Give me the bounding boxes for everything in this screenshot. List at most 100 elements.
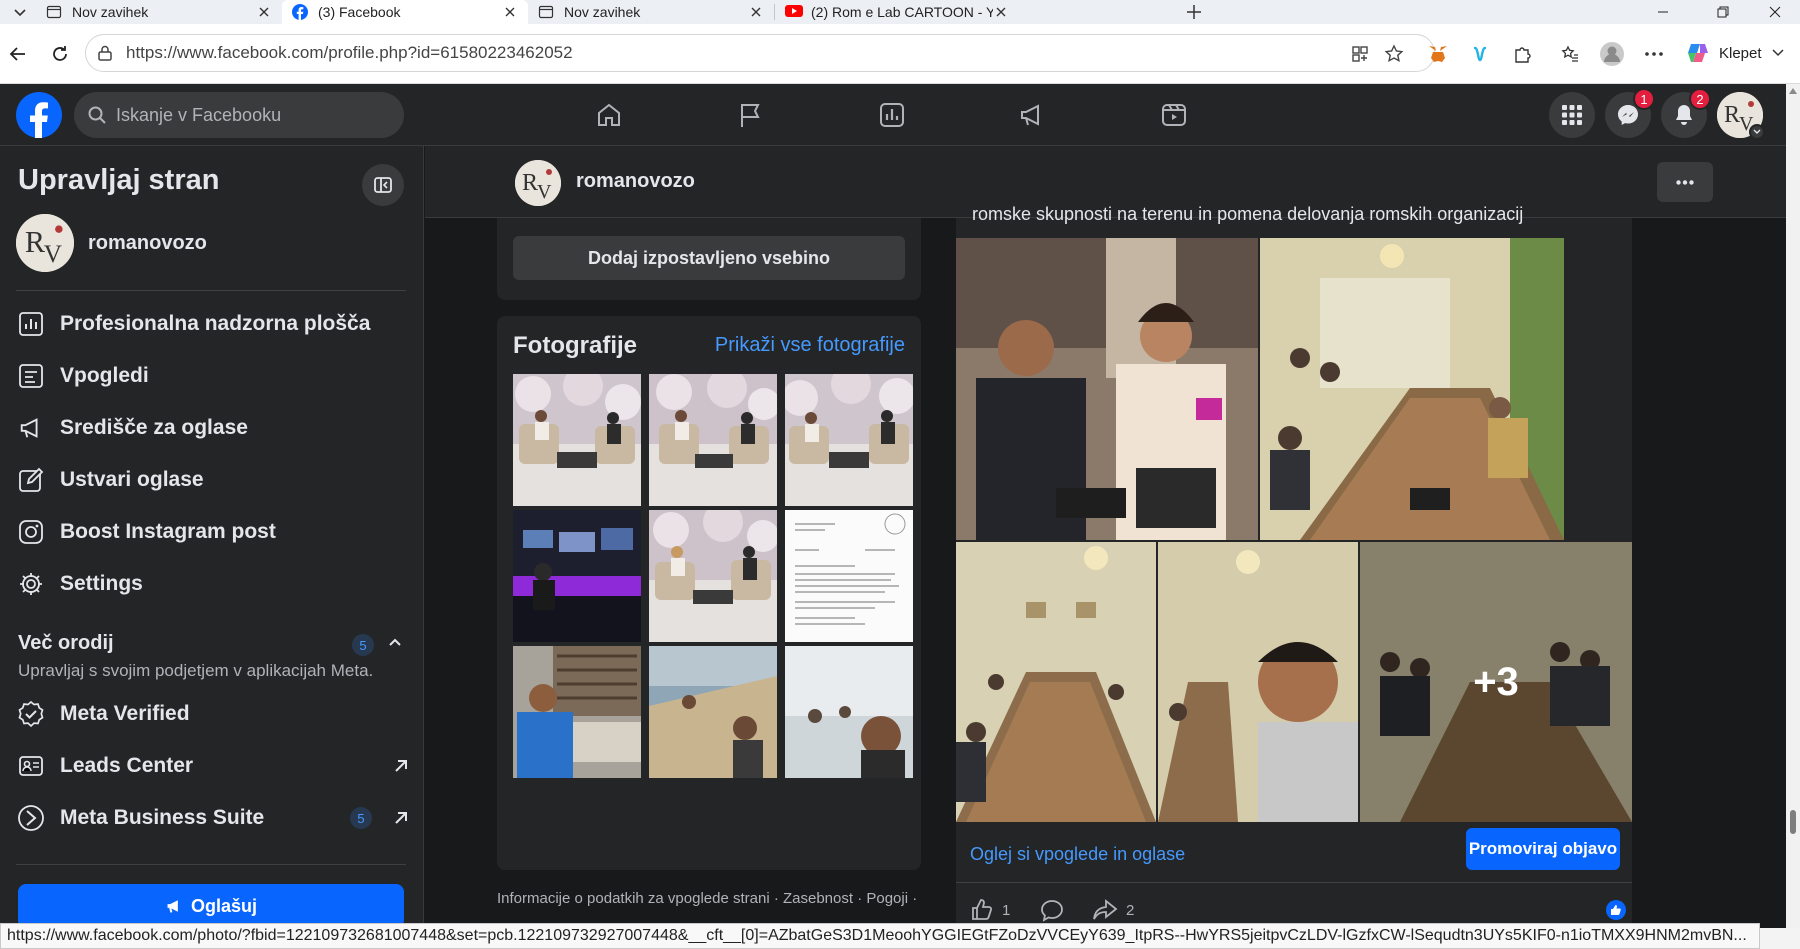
maximize-icon[interactable] [1700,0,1746,24]
photo-thumbnail[interactable] [513,374,641,506]
sidebar-item-meta-business-suite[interactable]: Meta Business Suite 5 [16,796,412,840]
tab-actions-chevron-icon[interactable] [6,0,34,24]
account-avatar-button[interactable]: RV [1717,92,1765,140]
metamask-extension-icon[interactable] [1424,40,1452,68]
browser-tab-2[interactable]: (3) Facebook [282,0,528,24]
like-button[interactable]: 1 [970,898,1010,922]
more-options-icon[interactable] [1640,40,1668,68]
advertise-button[interactable]: Oglašuj [18,884,404,928]
share-button[interactable]: 2 [1092,898,1134,922]
new-tab-plus-icon[interactable] [1180,0,1208,24]
business-suite-icon [16,803,46,833]
like-reaction-icon [1606,900,1626,920]
sidebar-item-dashboard[interactable]: Profesionalna nadzorna plošča [16,302,412,346]
messenger-button[interactable]: 1 [1605,88,1655,138]
photos-card: Fotografije Prikaži vse fotografije [497,316,921,870]
copilot-label: Klepet [1719,44,1762,62]
comment-button[interactable] [1040,898,1064,922]
minimize-icon[interactable] [1640,0,1686,24]
scroll-up-arrow-icon[interactable] [1789,88,1797,94]
tab-close-icon[interactable] [256,4,272,20]
page-avatar[interactable]: RV [515,160,561,206]
chevron-up-icon [388,637,402,647]
sidebar-item-ad-center[interactable]: Središče za oglase [16,406,412,450]
url-text[interactable]: https://www.facebook.com/profile.php?id=… [126,43,573,63]
reels-icon[interactable] [1159,100,1189,130]
page-scrollbar[interactable] [1786,84,1800,928]
post-photo[interactable] [1158,542,1358,822]
copilot-chat-button[interactable]: Klepet [1685,37,1784,69]
sidebar-item-boost-instagram[interactable]: Boost Instagram post [16,510,412,554]
post-photo[interactable] [956,542,1156,822]
photo-thumbnail[interactable] [785,646,913,778]
browser-tab-1[interactable]: Nov zavihek [36,0,282,24]
verified-icon [16,699,46,729]
photo-thumbnail[interactable] [785,510,913,642]
post-photo-collage: +3 [956,238,1632,822]
extensions-puzzle-icon[interactable] [1508,40,1536,68]
more-tools-subtitle: Upravljaj s svojim podjetjem v aplikacij… [18,661,374,680]
sidebar-collapse-button[interactable] [362,164,404,206]
back-arrow-icon[interactable] [4,40,32,68]
profile-avatar-icon[interactable] [1598,40,1626,68]
flag-icon[interactable] [735,100,765,130]
sidebar-item-leads-center[interactable]: Leads Center [16,744,412,788]
more-tools-header[interactable]: Več orodij 5 [18,632,408,658]
page-name[interactable]: romanovozo [576,170,695,193]
page-main: RV romanovozo Dodaj izpostavljeno vsebin… [425,146,1786,928]
business-suite-count: 5 [350,807,372,829]
manage-page-sidebar: Upravljaj stran RV romanovozo Profesiona… [0,146,424,928]
post-photo[interactable] [956,238,1258,540]
insights-chart-icon[interactable] [877,100,907,130]
favorites-list-icon[interactable] [1556,40,1584,68]
photo-thumbnail[interactable] [513,510,641,642]
app-available-icon[interactable] [1346,40,1374,68]
photo-thumbnail[interactable] [649,510,777,642]
menu-grid-button[interactable] [1549,92,1595,138]
site-info-lock-icon[interactable] [96,44,118,62]
facebook-logo-icon[interactable] [16,92,62,138]
sidebar-item-meta-verified[interactable]: Meta Verified [16,692,412,736]
see-all-photos-link[interactable]: Prikaži vse fotografije [715,334,905,357]
tab-close-icon[interactable] [748,4,764,20]
svg-text:V: V [537,181,552,203]
photo-thumbnail[interactable] [649,374,777,506]
page-more-button[interactable] [1657,162,1713,202]
tab-close-icon[interactable] [993,4,1009,20]
promote-post-button[interactable]: Promoviraj objavo [1466,828,1620,870]
facebook-search-input[interactable]: Iskanje v Facebooku [74,92,404,138]
featured-card: Dodaj izpostavljeno vsebino [497,218,921,300]
home-icon[interactable] [594,100,624,130]
post-photo[interactable] [1260,238,1564,540]
browser-tab-4[interactable]: (2) Rom e Lab CARTOON - YouTub [775,0,1019,24]
sidebar-item-insights[interactable]: Vpogledi [16,354,412,398]
sidebar-divider [16,290,406,291]
page-footer-links[interactable]: Informacije o podatkih za vpoglede stran… [497,890,917,907]
photo-thumbnail[interactable] [785,374,913,506]
post-photo-more[interactable]: +3 [1360,542,1632,822]
new-tab-icon [538,4,554,20]
notifications-button[interactable]: 2 [1661,88,1711,138]
add-featured-button[interactable]: Dodaj izpostavljeno vsebino [513,236,905,280]
favorite-star-icon[interactable] [1380,40,1408,68]
svg-text:R: R [1724,102,1740,128]
view-insights-link[interactable]: Oglej si vpoglede in oglase [970,844,1185,865]
megaphone-icon[interactable] [1017,100,1047,130]
tab-title: Nov zavihek [72,4,149,20]
scrollbar-thumb[interactable] [1790,810,1796,834]
megaphone-icon [16,413,46,443]
sidebar-item-create-ads[interactable]: Ustvari oglase [16,458,412,502]
gear-icon [16,569,46,599]
extension-shield-icon[interactable] [1466,40,1494,68]
photo-thumbnail[interactable] [649,646,777,778]
sidebar-item-settings[interactable]: Settings [16,562,412,606]
sidebar-item-label: Meta Business Suite [60,806,265,829]
reload-icon[interactable] [46,40,74,68]
photo-thumbnail[interactable] [513,646,641,778]
like-count: 1 [1002,901,1011,919]
browser-tab-3[interactable]: Nov zavihek [528,0,774,24]
close-window-icon[interactable] [1752,0,1798,24]
sidebar-page-switcher[interactable]: RV romanovozo [16,214,207,272]
address-bar[interactable]: https://www.facebook.com/profile.php?id=… [85,34,1435,72]
tab-close-icon[interactable] [502,4,518,20]
